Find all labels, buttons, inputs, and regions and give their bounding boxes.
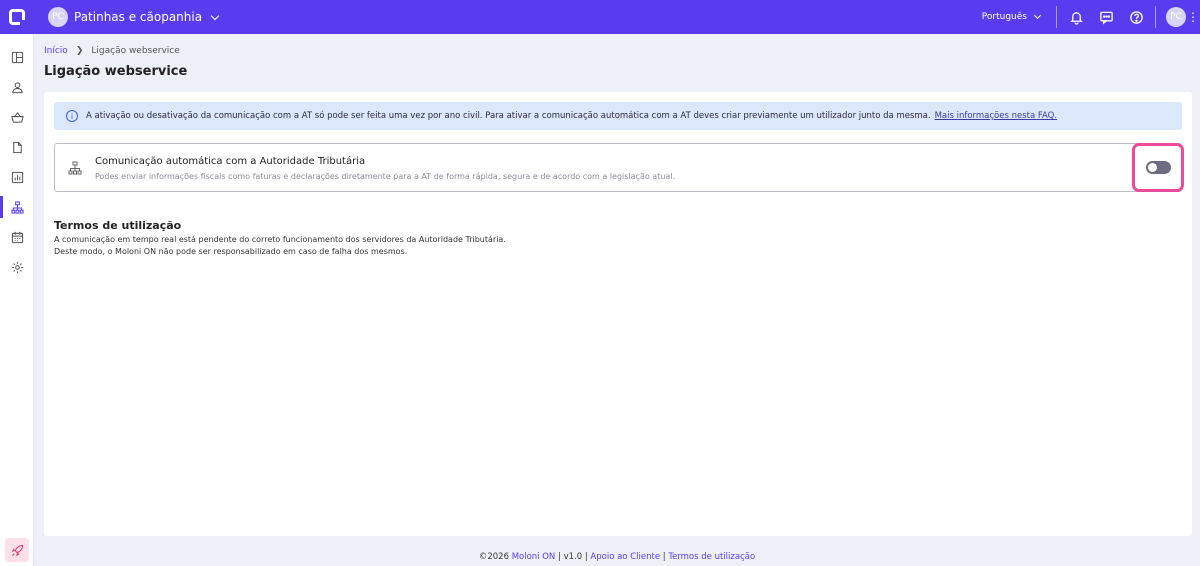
language-label: Português — [981, 12, 1027, 22]
moloni-logo[interactable] — [0, 0, 34, 34]
sidebar-item-sales[interactable] — [0, 102, 34, 132]
help-button[interactable] — [1121, 0, 1151, 34]
sidebar-item-settings[interactable] — [0, 252, 34, 282]
notifications-button[interactable] — [1061, 0, 1091, 34]
sidebar-item-dashboard[interactable] — [0, 42, 34, 72]
sidebar-item-contacts[interactable] — [0, 72, 34, 102]
top-bar: PC Patinhas e cãopanhia Português PC ⋮ — [0, 0, 1200, 34]
page-title: Ligação webservice — [44, 64, 188, 79]
info-text: A ativação ou desativação da comunicação… — [86, 111, 931, 121]
network-icon — [68, 161, 82, 175]
chevron-right-icon: ❯ — [75, 46, 84, 56]
footer-version: v1.0 — [563, 552, 583, 562]
divider — [1155, 6, 1156, 28]
rocket-icon — [11, 544, 23, 556]
chart-icon — [11, 171, 23, 183]
footer-separator: | — [558, 552, 561, 562]
sidebar-item-calendar[interactable] — [0, 222, 34, 252]
company-selector[interactable]: PC Patinhas e cãopanhia — [48, 7, 220, 27]
divider — [1056, 6, 1057, 28]
user-avatar[interactable]: PC — [1166, 7, 1186, 27]
sidebar-item-reports[interactable] — [0, 162, 34, 192]
info-alert: i A ativação ou desativação da comunicaç… — [54, 102, 1182, 130]
info-icon: i — [66, 110, 78, 122]
gear-icon — [11, 261, 23, 273]
dashboard-icon — [11, 51, 23, 63]
document-icon — [12, 141, 22, 153]
company-name: Patinhas e cãopanhia — [74, 10, 203, 24]
breadcrumb-home-link[interactable]: Início — [44, 46, 68, 56]
terms-title: Termos de utilização — [54, 219, 182, 232]
terms-line-1: A comunicação em tempo real está pendent… — [54, 235, 506, 244]
footer: ©2026 Moloni ON | v1.0 | Apoio ao Client… — [34, 552, 1200, 562]
message-icon — [1099, 11, 1113, 25]
chevron-down-icon — [1033, 11, 1042, 20]
faq-link[interactable]: Mais informações nesta FAQ. — [935, 111, 1058, 121]
footer-copyright: ©2026 — [478, 552, 509, 562]
breadcrumb-current: Ligação webservice — [91, 46, 180, 56]
webservice-toggle-highlight[interactable] — [1132, 143, 1184, 192]
calendar-icon — [11, 231, 23, 243]
main-card: i A ativação ou desativação da comunicaç… — [44, 92, 1192, 536]
footer-terms-link[interactable]: Termos de utilização — [668, 552, 755, 562]
footer-support-link[interactable]: Apoio ao Cliente — [590, 552, 660, 562]
more-options-icon[interactable]: ⋮ — [1186, 0, 1200, 34]
webservice-description: Podes enviar informações fiscais como fa… — [95, 172, 676, 181]
bell-icon — [1069, 11, 1083, 25]
chevron-down-icon — [210, 11, 220, 20]
network-icon — [10, 200, 24, 214]
breadcrumb: Início ❯ Ligação webservice — [44, 46, 180, 56]
messages-button[interactable] — [1091, 0, 1121, 34]
footer-separator: | — [584, 552, 588, 562]
help-icon — [1129, 10, 1143, 24]
footer-brand-link[interactable]: Moloni ON — [512, 552, 556, 562]
sidebar — [0, 34, 34, 566]
user-icon — [11, 81, 23, 93]
language-selector[interactable]: Português — [981, 11, 1052, 22]
basket-icon — [10, 111, 24, 123]
rocket-button[interactable] — [5, 538, 29, 562]
company-avatar: PC — [48, 7, 68, 27]
sidebar-item-webservice[interactable] — [0, 192, 34, 222]
terms-line-2: Deste modo, o Moloni ON não pode ser res… — [54, 247, 408, 256]
webservice-title: Comunicação automática com a Autoridade … — [95, 156, 366, 167]
webservice-setting-row: Comunicação automática com a Autoridade … — [54, 143, 1184, 192]
webservice-toggle[interactable] — [1145, 161, 1171, 174]
footer-separator: | — [662, 552, 666, 562]
sidebar-item-documents[interactable] — [0, 132, 34, 162]
